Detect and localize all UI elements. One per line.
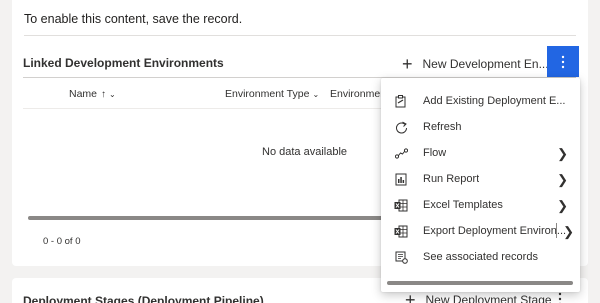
horizontal-scrollbar[interactable] — [28, 216, 388, 220]
chevron-right-icon: ❯ — [557, 172, 568, 187]
menu-item-run-report[interactable]: Run Report ❯ — [381, 166, 580, 192]
new-button-label: New Development En... — [422, 57, 549, 71]
refresh-icon — [394, 120, 408, 134]
add-existing-icon — [394, 94, 408, 108]
overflow-menu: Add Existing Deployment E... Refresh Flo… — [381, 78, 580, 292]
column-label: Environment Type — [225, 88, 310, 100]
new-button-label: New Deployment Stage — [425, 293, 552, 303]
subgrid-title: Linked Development Environments — [23, 56, 224, 70]
chevron-down-icon: ⌄ — [109, 89, 116, 99]
menu-item-add-existing[interactable]: Add Existing Deployment E... — [381, 88, 580, 114]
menu-item-flow[interactable]: Flow ❯ — [381, 140, 580, 166]
more-commands-button[interactable] — [558, 292, 562, 303]
menu-item-refresh[interactable]: Refresh — [381, 114, 580, 140]
excel-icon — [394, 198, 408, 212]
new-deployment-stage-button[interactable]: + New Deployment Stage — [405, 290, 552, 303]
menu-scrollbar[interactable] — [387, 281, 573, 285]
associated-records-icon — [394, 250, 408, 264]
notice-card: To enable this content, save the record. — [12, 0, 588, 36]
save-notice: To enable this content, save the record. — [24, 12, 243, 26]
add-icon: + — [402, 54, 413, 74]
flow-icon — [394, 146, 408, 160]
more-vertical-icon — [558, 292, 562, 303]
new-development-environment-button[interactable]: + New Development En... — [402, 54, 549, 74]
chevron-right-icon[interactable]: ❯ — [563, 224, 574, 240]
menu-item-label: Excel Templates — [423, 199, 503, 211]
menu-item-excel-templates[interactable]: Excel Templates ❯ — [381, 192, 580, 218]
paging-status: 0 - 0 of 0 — [43, 236, 81, 247]
chevron-right-icon: ❯ — [557, 146, 568, 161]
menu-item-see-associated-records[interactable]: See associated records — [381, 244, 580, 270]
column-header-environment-type[interactable]: Environment Type ⌄ — [225, 88, 319, 100]
split-divider — [556, 223, 557, 238]
subgrid-title: Deployment Stages (Deployment Pipeline) — [23, 294, 264, 303]
column-label: Name — [69, 88, 98, 100]
menu-item-label: Run Report — [423, 173, 480, 185]
menu-item-label: See associated records — [423, 251, 538, 263]
more-vertical-icon — [561, 55, 565, 68]
menu-item-label: Export Deployment Environ... — [423, 225, 567, 237]
menu-item-label: Flow — [423, 147, 447, 159]
chevron-down-icon: ⌄ — [312, 89, 320, 99]
chevron-right-icon: ❯ — [557, 198, 568, 213]
menu-item-label: Refresh — [423, 121, 462, 133]
more-commands-button[interactable] — [547, 46, 579, 77]
menu-item-label: Add Existing Deployment E... — [423, 95, 566, 107]
menu-item-export-deployment-environments[interactable]: Export Deployment Environ... ❯ — [381, 218, 580, 244]
add-icon: + — [405, 290, 416, 303]
empty-state-message: No data available — [262, 146, 348, 158]
column-header-name[interactable]: Name ↑ ⌄ — [69, 88, 116, 100]
sort-ascending-icon: ↑ — [101, 88, 107, 100]
excel-export-icon — [394, 224, 408, 238]
report-icon — [394, 172, 408, 186]
